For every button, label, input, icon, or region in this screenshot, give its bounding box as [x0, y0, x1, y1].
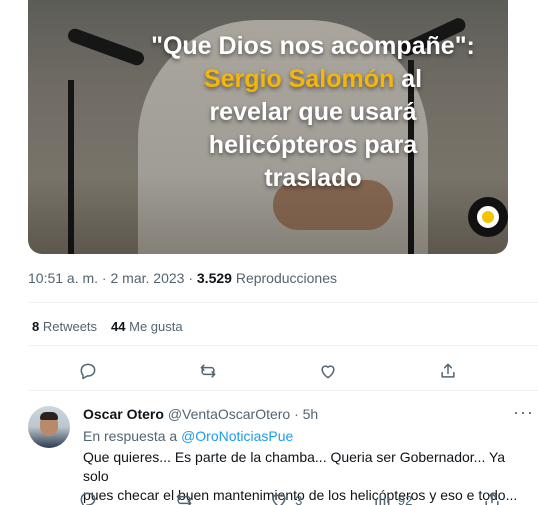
divider — [28, 302, 538, 303]
views-count: 3.529 — [196, 270, 232, 286]
retweets-label: Retweets — [39, 319, 98, 334]
meta-separator: · — [98, 270, 111, 286]
reply-icon — [80, 492, 96, 505]
reply-views-count: 92 — [397, 492, 413, 505]
more-options-icon[interactable]: ··· — [513, 402, 534, 423]
reply-text-line: Que quieres... Es parte de la chamba... … — [83, 449, 506, 484]
reply-retweet-button[interactable] — [174, 490, 200, 505]
tweet-stats: 8 Retweets 44 Me gusta — [32, 319, 183, 334]
reply-icon — [80, 363, 96, 380]
logo-ring-icon — [477, 206, 499, 228]
reply-button[interactable] — [78, 361, 98, 381]
likes-stat[interactable]: 44 Me gusta — [111, 319, 183, 334]
avatar-hair — [40, 412, 58, 420]
media-headline: "Que Dios nos acompañe": Sergio Salomón … — [118, 30, 508, 195]
headline-text: al — [394, 65, 423, 93]
retweets-stat[interactable]: 8 Retweets — [32, 319, 97, 334]
in-reply-handle-link[interactable]: @OroNoticiasPue — [181, 428, 293, 444]
headline-line: traslado — [264, 164, 362, 192]
headline-line: "Que Dios nos acompañe": — [151, 32, 475, 60]
retweet-icon — [176, 493, 191, 505]
meta-separator: · — [184, 270, 197, 286]
tweet-meta: 10:51 a. m. · 2 mar. 2023 · 3.529 Reprod… — [28, 270, 337, 286]
headline-line: helicópteros para — [208, 131, 418, 159]
like-icon — [321, 365, 335, 379]
tweet-time[interactable]: 10:51 a. m. — [28, 270, 98, 286]
avatar[interactable] — [28, 406, 70, 448]
headline-highlight: Sergio Salomón — [203, 65, 395, 93]
reply-share-button[interactable] — [482, 490, 502, 505]
share-button[interactable] — [438, 361, 458, 381]
reply-reply-button[interactable] — [78, 490, 104, 505]
reply-author-name[interactable]: Oscar Otero — [83, 406, 164, 422]
media-logo-badge — [468, 197, 508, 237]
tweet-date[interactable]: 2 mar. 2023 — [111, 270, 185, 286]
share-icon — [485, 492, 499, 505]
headline-line: Sergio Salomón al — [118, 63, 508, 96]
retweet-button[interactable] — [198, 361, 218, 381]
views-label: Reproducciones — [231, 270, 337, 286]
tweet-media-image[interactable]: "Que Dios nos acompañe": Sergio Salomón … — [28, 0, 508, 254]
divider — [28, 345, 538, 346]
reply-views-button[interactable]: 92 — [372, 490, 412, 505]
reply-like-button[interactable]: 3 — [269, 490, 302, 505]
like-icon — [272, 494, 286, 505]
likes-count: 44 — [111, 319, 126, 334]
share-icon — [441, 363, 455, 378]
reply-author-handle[interactable]: @VentaOscarOtero · 5h — [164, 406, 318, 422]
headline-line: revelar que usará — [209, 98, 417, 126]
retweet-icon — [200, 364, 216, 378]
views-icon — [375, 494, 390, 505]
reply-action-bar: 3 92 — [70, 490, 510, 505]
divider — [28, 390, 538, 391]
in-reply-to: En respuesta a @OroNoticiasPue — [83, 428, 293, 444]
like-button[interactable] — [318, 361, 338, 381]
reply-likes-count: 3 — [295, 492, 303, 505]
in-reply-prefix: En respuesta a — [83, 428, 182, 444]
tweet-action-bar — [28, 361, 508, 381]
reply-header: Oscar Otero @VentaOscarOtero · 5h — [83, 406, 318, 422]
likes-label: Me gusta — [125, 319, 183, 334]
